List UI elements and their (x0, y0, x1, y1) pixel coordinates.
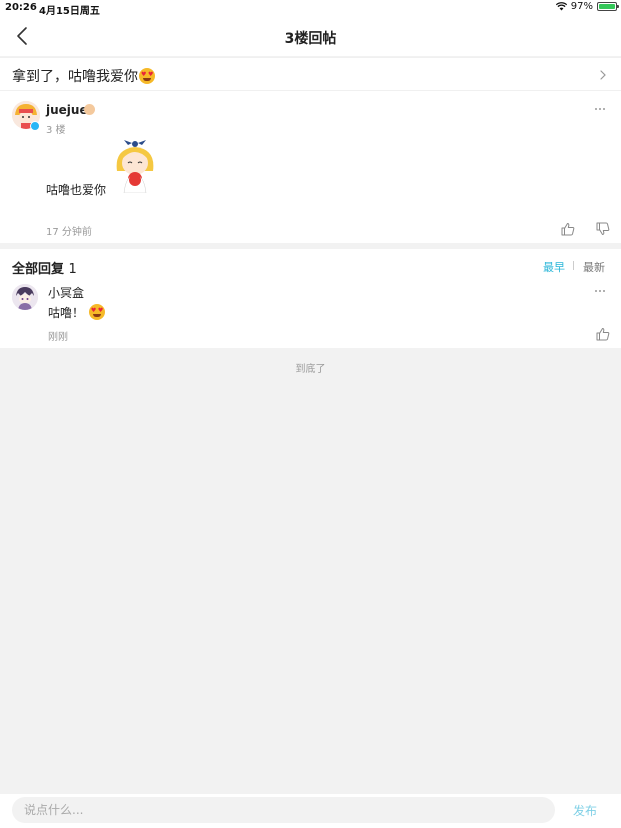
end-of-list-text: 到底了 (295, 364, 326, 375)
sort-divider (573, 261, 574, 270)
more-icon[interactable] (595, 108, 607, 112)
status-date: 4月15日周五 (39, 6, 100, 17)
nav-bar: 3楼回帖 (0, 16, 621, 56)
post-title-text: 拿到了，咕噜我爱你 (12, 69, 138, 85)
thumbs-up-icon[interactable] (561, 222, 575, 236)
replies-section: 全部回复 1 最早 最新 小冥盒 咕噜！ ♥ ♥ 刚刚 (0, 249, 621, 348)
main-reply: juejue 3 楼 咕噜也爱你 17 分钟前 (0, 91, 621, 243)
sort-earliest-button[interactable]: 最早 (543, 259, 565, 275)
reply-item-text: 咕噜！ (48, 306, 85, 320)
sticker-image (116, 140, 154, 193)
level-badge-icon (84, 104, 95, 115)
reply-item-username[interactable]: 小冥盒 (48, 284, 84, 301)
replies-header-text: 全部回复 (12, 262, 65, 277)
reply-thumbs-up-icon[interactable] (596, 327, 610, 341)
battery-icon (597, 2, 619, 11)
comment-input[interactable] (12, 797, 555, 823)
floor-label: 3 楼 (46, 125, 66, 136)
battery-percent: 97% (570, 1, 593, 12)
post-title: 拿到了，咕噜我爱你 ♥ ♥ (12, 66, 155, 86)
reply-username[interactable]: juejue (46, 103, 88, 117)
comment-bar: 发布 (0, 794, 621, 828)
reply-item-time: 刚刚 (48, 332, 68, 343)
replies-count: 1 (68, 262, 77, 277)
verified-icon (30, 121, 40, 131)
status-time: 20:26 (5, 2, 37, 13)
heart-eyes-emoji-icon: ♥ ♥ (88, 304, 105, 320)
reply-avatar[interactable] (12, 284, 38, 310)
reply-time: 17 分钟前 (46, 227, 92, 238)
wifi-icon (555, 2, 567, 11)
reply-item-content: 咕噜！ ♥ ♥ (48, 304, 105, 321)
sort-newest-button[interactable]: 最新 (583, 259, 605, 275)
heart-eyes-emoji-icon: ♥ ♥ (139, 68, 155, 84)
thumbs-down-icon[interactable] (596, 222, 610, 236)
status-right: 97% (555, 1, 619, 12)
publish-button[interactable]: 发布 (573, 802, 597, 819)
reply-more-icon[interactable] (595, 290, 607, 294)
replies-header: 全部回复 1 (12, 258, 77, 277)
chevron-right-icon (600, 70, 606, 80)
status-bar: 20:26 4月15日周五 97% (0, 0, 621, 17)
page-title: 3楼回帖 (284, 31, 337, 47)
reply-content: 咕噜也爱你 (46, 183, 107, 197)
original-post-link[interactable]: 拿到了，咕噜我爱你 ♥ ♥ (0, 57, 621, 91)
